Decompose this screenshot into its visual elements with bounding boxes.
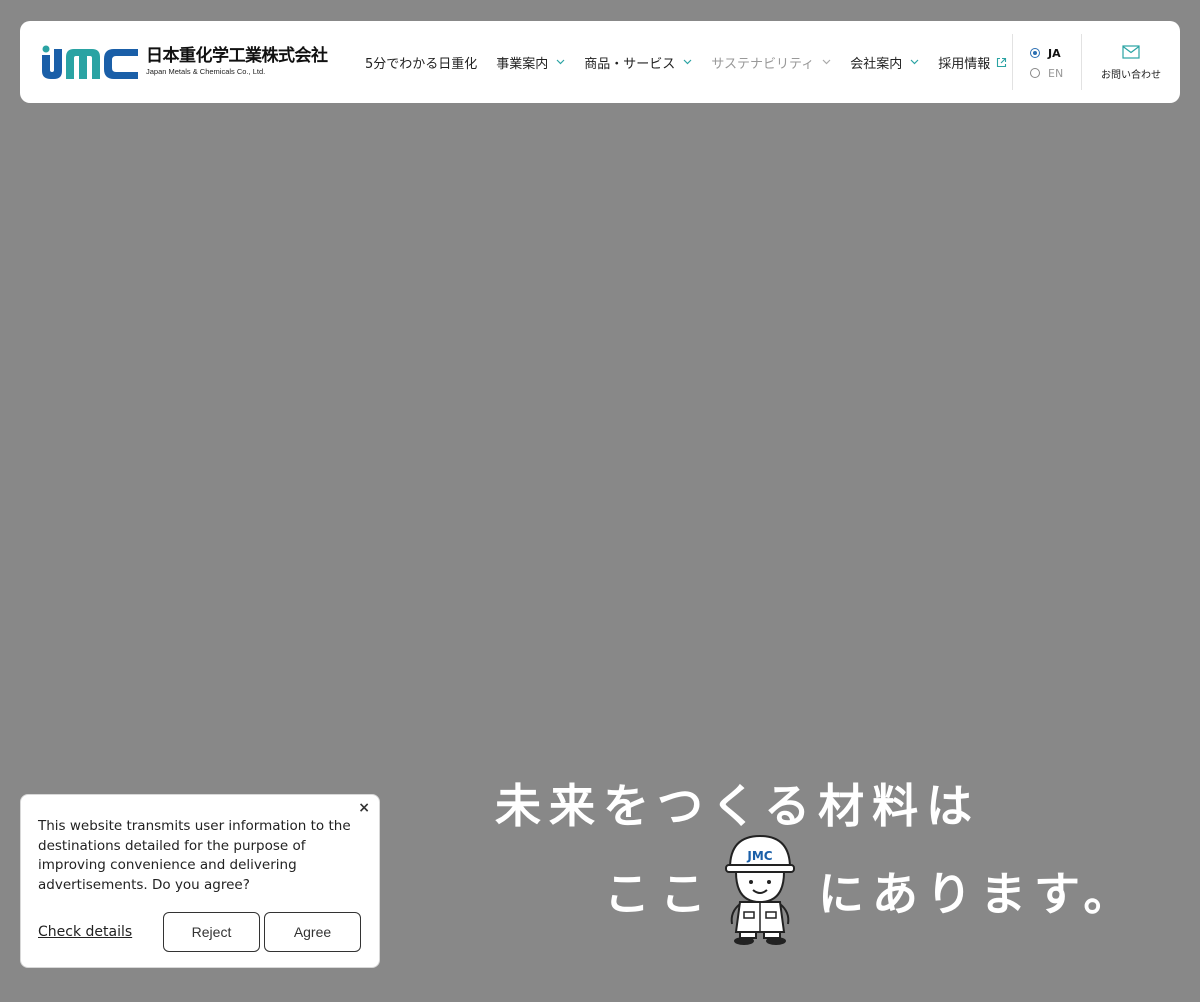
radio-selected-icon <box>1030 48 1040 58</box>
logo-name-en: Japan Metals & Chemicals Co., Ltd. <box>146 67 266 76</box>
nav-item-label: 事業案内 <box>496 56 549 72</box>
chevron-down-icon <box>822 59 831 65</box>
agree-button[interactable]: Agree <box>264 912 361 952</box>
external-link-icon <box>997 57 1007 67</box>
main-nav: 5分でわかる日重化 事業案内 商品・サービス サステナビリティ 会社案内 採用情… <box>365 21 1007 103</box>
chevron-down-icon <box>910 59 919 65</box>
language-option-ja[interactable]: JA <box>1030 43 1063 63</box>
nav-item-business[interactable]: 事業案内 <box>496 53 565 72</box>
svg-text:JMC: JMC <box>746 849 772 863</box>
language-label: JA <box>1048 46 1061 60</box>
header-divider <box>1012 34 1013 90</box>
site-header: 日本重化学工業株式会社 Japan Metals & Chemicals Co.… <box>20 21 1180 103</box>
nav-item-recruit[interactable]: 採用情報 <box>938 53 1007 72</box>
nav-item-overview[interactable]: 5分でわかる日重化 <box>365 53 477 72</box>
nav-item-label: 5分でわかる日重化 <box>365 56 478 72</box>
cookie-consent-banner: × This website transmits user informatio… <box>20 794 380 968</box>
nav-item-company[interactable]: 会社案内 <box>850 53 919 72</box>
language-label: EN <box>1048 66 1064 80</box>
cookie-actions: Check details Reject Agree <box>38 912 361 952</box>
mail-icon <box>1122 45 1140 59</box>
chevron-down-icon <box>556 59 565 65</box>
hero-headline-line2-suffix: にあります。 <box>818 867 1138 921</box>
chevron-down-icon <box>683 59 692 65</box>
contact-button[interactable]: お問い合わせ <box>1092 45 1170 81</box>
radio-unselected-icon <box>1030 68 1040 78</box>
nav-item-label: 採用情報 <box>938 56 991 72</box>
cookie-message: This website transmits user information … <box>38 818 351 893</box>
hero-headline-line1: 未来をつくる材料は <box>495 779 981 833</box>
language-option-en[interactable]: EN <box>1030 63 1063 83</box>
nav-item-products[interactable]: 商品・サービス <box>584 53 692 72</box>
hero-headline-line2-prefix: ここ <box>604 867 716 921</box>
check-details-link[interactable]: Check details <box>38 924 163 940</box>
nav-item-label: 商品・サービス <box>584 56 676 72</box>
nav-item-label: サステナビリティ <box>711 56 815 72</box>
language-switcher: JA EN <box>1030 43 1063 83</box>
nav-item-label: 会社案内 <box>850 56 903 72</box>
nav-item-sustainability[interactable]: サステナビリティ <box>711 53 831 72</box>
mascot-illustration: JMC <box>725 834 795 945</box>
jmc-logo-mark <box>42 45 138 79</box>
reject-button[interactable]: Reject <box>163 912 260 952</box>
contact-label: お問い合わせ <box>1101 70 1161 81</box>
logo-name-ja: 日本重化学工業株式会社 <box>146 46 328 66</box>
company-logo[interactable]: 日本重化学工業株式会社 Japan Metals & Chemicals Co.… <box>40 45 328 81</box>
close-icon[interactable]: × <box>358 800 370 816</box>
header-divider <box>1081 34 1082 90</box>
